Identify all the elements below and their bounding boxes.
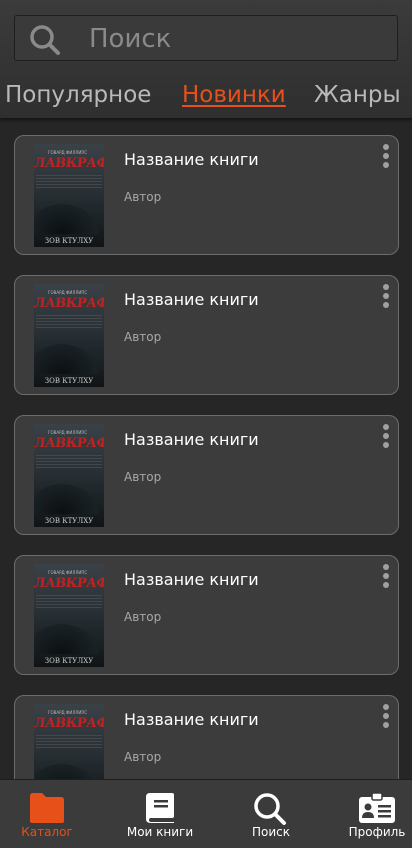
- nav-catalog[interactable]: Каталог: [12, 780, 82, 848]
- search-icon: [30, 25, 60, 55]
- nav-profile[interactable]: Профиль: [342, 780, 412, 848]
- top-bar: Поиск Популярное Новинки Жанры: [0, 0, 412, 118]
- cover-author-text: ГОВАРД ФИЛЛИПС: [48, 570, 88, 575]
- nav-profile-label: Профиль: [348, 825, 406, 839]
- more-options-icon[interactable]: [381, 704, 391, 734]
- book-card[interactable]: ГОВАРД ФИЛЛИПС ЛАВКРАФТ ЗОВ КТУЛХУ Назва…: [14, 415, 399, 535]
- book-title: Название книги: [124, 570, 259, 589]
- more-options-icon[interactable]: [381, 284, 391, 314]
- more-options-icon[interactable]: [381, 424, 391, 454]
- cover-title-text: ЛАВКРАФТ: [34, 296, 104, 311]
- cover-title-text: ЛАВКРАФТ: [34, 576, 104, 591]
- cover-subtitle-text: ЗОВ КТУЛХУ: [44, 377, 94, 385]
- book-author: Автор: [124, 750, 162, 764]
- book-title: Название книги: [124, 150, 259, 169]
- search-input[interactable]: Поиск: [14, 15, 398, 61]
- book-cover: ГОВАРД ФИЛЛИПС ЛАВКРАФТ ЗОВ КТУЛХУ: [34, 144, 104, 247]
- cover-subtitle-text: ЗОВ КТУЛХУ: [44, 237, 94, 245]
- tab-popular[interactable]: Популярное: [5, 82, 151, 108]
- category-tabs: Популярное Новинки Жанры: [0, 82, 412, 112]
- nav-search[interactable]: Поиск: [236, 780, 306, 848]
- book-author: Автор: [124, 470, 162, 484]
- cover-author-text: ГОВАРД ФИЛЛИПС: [48, 290, 88, 295]
- book-cover: ГОВАРД ФИЛЛИПС ЛАВКРАФТ ЗОВ КТУЛХУ: [34, 424, 104, 527]
- search-placeholder: Поиск: [89, 24, 172, 54]
- nav-search-label: Поиск: [251, 825, 290, 839]
- profile-card-icon: [359, 792, 395, 823]
- nav-catalog-label: Каталог: [21, 825, 73, 839]
- book-author: Автор: [124, 610, 162, 624]
- folder-icon: [30, 793, 64, 823]
- book-card[interactable]: ГОВАРД ФИЛЛИПС ЛАВКРАФТ ЗОВ КТУЛХУ Назва…: [14, 555, 399, 675]
- book-card[interactable]: ГОВАРД ФИЛЛИПС ЛАВКРАФТ ЗОВ КТУЛХУ Назва…: [14, 275, 399, 395]
- nav-my-books[interactable]: Мои книги: [120, 780, 200, 848]
- cover-subtitle-text: ЗОВ КТУЛХУ: [44, 657, 94, 665]
- cover-subtitle-text: ЗОВ КТУЛХУ: [44, 517, 94, 525]
- book-author: Автор: [124, 330, 162, 344]
- cover-author-text: ГОВАРД ФИЛЛИПС: [48, 150, 88, 155]
- book-author: Автор: [124, 190, 162, 204]
- bottom-navigation: Каталог Мои книги Поиск Профиль: [0, 779, 412, 848]
- book-title: Название книги: [124, 290, 259, 309]
- more-options-icon[interactable]: [381, 144, 391, 174]
- book-title: Название книги: [124, 710, 259, 729]
- cover-author-text: ГОВАРД ФИЛЛИПС: [48, 430, 88, 435]
- cover-title-text: ЛАВКРАФТ: [34, 156, 104, 171]
- tab-genres[interactable]: Жанры: [314, 82, 401, 108]
- book-title: Название книги: [124, 430, 259, 449]
- cover-author-text: ГОВАРД ФИЛЛИПС: [48, 710, 88, 715]
- tab-new[interactable]: Новинки: [182, 82, 286, 108]
- search-icon: [254, 793, 286, 825]
- book-cover: ГОВАРД ФИЛЛИПС ЛАВКРАФТ ЗОВ КТУЛХУ: [34, 564, 104, 667]
- cover-title-text: ЛАВКРАФТ: [34, 436, 104, 451]
- book-cover: ГОВАРД ФИЛЛИПС ЛАВКРАФТ ЗОВ КТУЛХУ: [34, 284, 104, 387]
- cover-title-text: ЛАВКРАФТ: [34, 716, 104, 731]
- more-options-icon[interactable]: [381, 564, 391, 594]
- nav-my-books-label: Мои книги: [126, 825, 194, 839]
- book-icon: [146, 793, 174, 823]
- book-card[interactable]: ГОВАРД ФИЛЛИПС ЛАВКРАФТ ЗОВ КТУЛХУ Назва…: [14, 135, 399, 255]
